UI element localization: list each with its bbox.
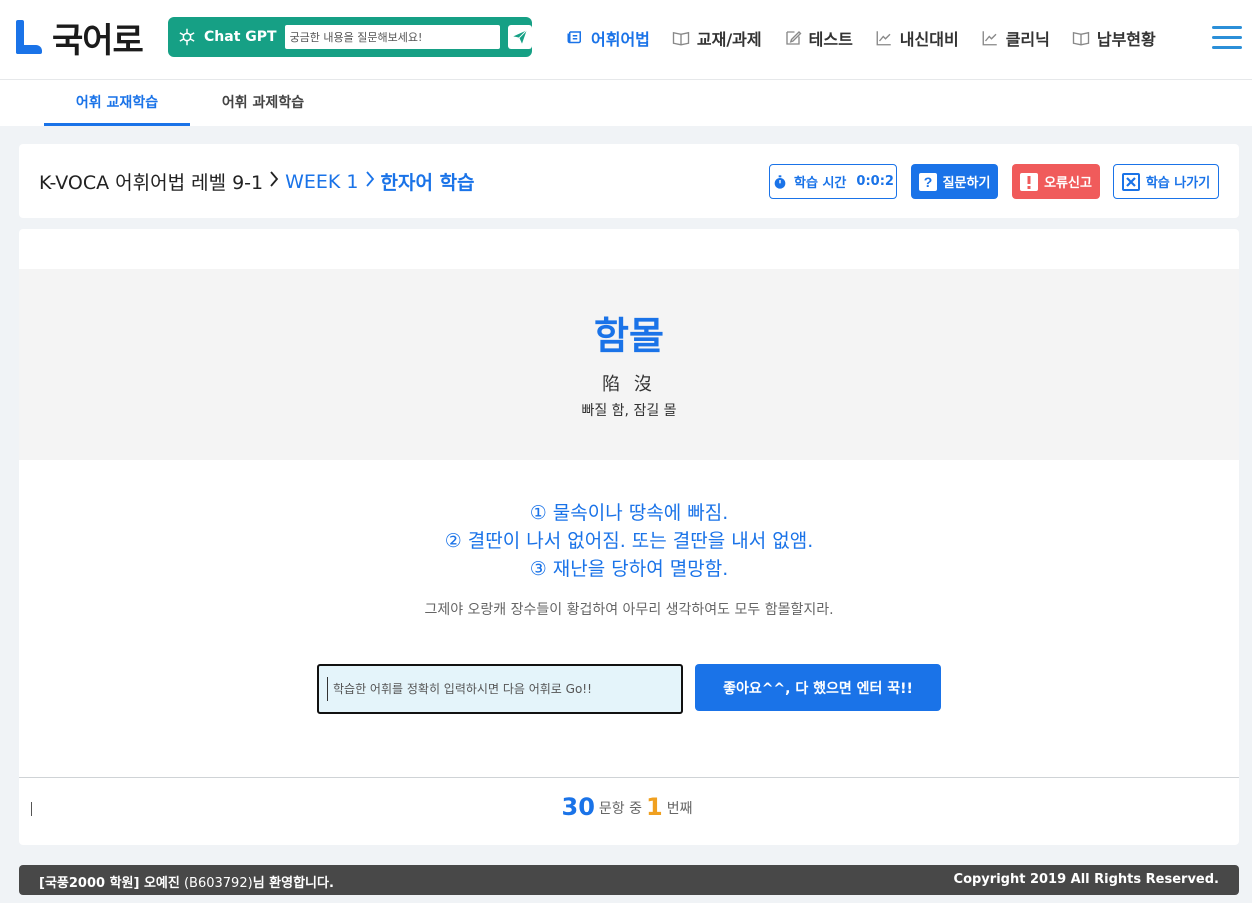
welcome-message: [국풍2000 학원] 오예진 (B603792)님 환영합니다.	[39, 872, 334, 891]
breadcrumb-week: WEEK 1	[285, 170, 359, 193]
chart-icon	[875, 29, 893, 47]
report-error-label: 오류신고	[1044, 176, 1092, 191]
main-nav: 어휘어법 교재/과제 테스트 내신대비 클리닉 납부현황	[566, 24, 1178, 52]
exit-study-button[interactable]: 학습 나가기	[1113, 164, 1219, 199]
breadcrumb-level: K-VOCA 어휘어법 레벨 9-1	[39, 172, 264, 194]
footer-bar: [국풍2000 학원] 오예진 (B603792)님 환영합니다. Copyri…	[19, 865, 1239, 895]
academy-user: [국풍2000 학원] 오예진	[39, 876, 180, 891]
nav-item-label: 어휘어법	[591, 30, 650, 49]
nav-item-label: 테스트	[808, 30, 853, 49]
welcome-text: 님 환영합니다.	[252, 876, 334, 891]
nav-item-test[interactable]: 테스트	[784, 26, 853, 50]
breadcrumb-section: 한자어 학습	[380, 172, 475, 194]
timer-label: 학습 시간	[794, 176, 847, 191]
breadcrumb-panel: K-VOCA 어휘어법 레벨 9-1 WEEK 1 한자어 학습 학습 시간 0…	[19, 144, 1239, 218]
scroll-icon	[566, 29, 584, 47]
exit-study-label: 학습 나가기	[1145, 176, 1211, 191]
menu-icon[interactable]	[1212, 26, 1242, 50]
nav-item-label: 납부현황	[1096, 30, 1156, 49]
nav-item-label: 내신대비	[899, 30, 959, 49]
chevron-right-icon	[365, 170, 375, 193]
sub-tabs: 어휘 교재학습 어휘 과제학습	[0, 80, 1252, 126]
nav-item-payment[interactable]: 납부현황	[1072, 26, 1156, 50]
nav-item-clinic[interactable]: 클리닉	[981, 26, 1050, 50]
example-sentence: 그제야 오랑캐 장수들이 황겁하여 아무리 생각하여도 모두 함몰할지라.	[424, 602, 834, 618]
vocab-word: 함몰	[594, 314, 664, 358]
close-icon	[1121, 172, 1140, 191]
report-error-button[interactable]: 오류신고	[1012, 164, 1100, 199]
meaning-item: ③ 재난을 당하여 멸망함.	[529, 558, 729, 580]
word-box: 함몰 陷 沒 빠질 함, 잠길 몰	[19, 269, 1239, 460]
tab-vocab-textbook[interactable]: 어휘 교재학습	[44, 80, 190, 126]
meaning-item: ② 결딴이 나서 없어짐. 또는 결딴을 내서 없앰.	[444, 530, 814, 552]
stopwatch-icon	[772, 174, 788, 190]
nav-item-textbook[interactable]: 교재/과제	[672, 26, 762, 50]
chatgpt-label: Chat GPT	[204, 29, 277, 45]
ask-question-button[interactable]: ? 질문하기	[911, 164, 998, 199]
study-timer: 학습 시간 0:0:2	[769, 164, 897, 199]
book-icon	[672, 29, 690, 47]
logo[interactable]: 국어로	[14, 17, 144, 61]
question-icon: ?	[918, 172, 937, 191]
vocab-hanja: 陷 沒	[602, 374, 656, 395]
meaning-item: ① 물속이나 땅속에 빠짐.	[529, 502, 729, 524]
openai-icon	[176, 26, 198, 48]
text-caret	[327, 677, 328, 701]
logo-mark-icon	[14, 20, 42, 54]
nav-item-vocab[interactable]: 어휘어법	[566, 26, 650, 50]
nav-item-exam-prep[interactable]: 내신대비	[875, 26, 959, 50]
answer-input[interactable]	[317, 664, 683, 714]
progress-total: 30	[561, 793, 595, 821]
tab-vocab-assignment[interactable]: 어휘 과제학습	[190, 80, 336, 126]
book-icon	[1072, 29, 1090, 47]
edit-icon	[784, 29, 802, 47]
top-header: 국어로 Chat GPT 어휘어법 교재/과제	[0, 0, 1252, 80]
nav-item-label: 교재/과제	[696, 30, 762, 49]
progress-suffix: 번째	[666, 801, 693, 817]
vocab-card: 함몰 陷 沒 빠질 함, 잠길 몰 ① 물속이나 땅속에 빠짐. ② 결딴이 나…	[19, 229, 1239, 845]
nav-item-label: 클리닉	[1005, 30, 1050, 49]
logo-text: 국어로	[52, 20, 144, 61]
ask-question-label: 질문하기	[942, 176, 991, 191]
breadcrumb: K-VOCA 어휘어법 레벨 9-1 WEEK 1 한자어 학습	[39, 168, 475, 195]
send-icon[interactable]	[508, 25, 532, 49]
chatgpt-bar: Chat GPT	[168, 17, 532, 57]
chevron-right-icon	[269, 170, 279, 193]
progress-mid-text: 문항 중	[598, 801, 643, 817]
chatgpt-question-input[interactable]	[284, 25, 501, 49]
meaning-list: ① 물속이나 땅속에 빠짐. ② 결딴이 나서 없어짐. 또는 결딴을 내서 없…	[19, 499, 1239, 583]
timer-value: 0:0:2	[856, 174, 894, 189]
svg-text:?: ?	[923, 174, 932, 190]
hanja-meaning: 빠질 함, 잠길 몰	[581, 403, 677, 419]
copyright: Copyright 2019 All Rights Reserved.	[953, 872, 1219, 887]
submit-answer-button[interactable]: 좋아요^^, 다 했으면 엔터 꾹!!	[695, 664, 941, 711]
divider	[19, 777, 1239, 778]
user-id: (B603792)	[183, 876, 253, 891]
exclamation-icon	[1020, 172, 1039, 191]
chart-icon	[981, 29, 999, 47]
progress-current: 1	[646, 793, 663, 821]
question-progress: 30 문항 중 1 번째	[19, 793, 1239, 821]
